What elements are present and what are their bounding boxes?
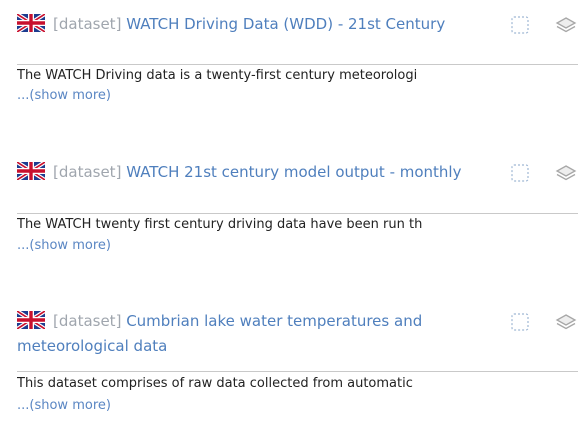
layers-icon[interactable]	[554, 15, 578, 37]
result-type-label: [dataset]	[53, 15, 122, 33]
result-abstract: This dataset comprises of raw data colle…	[17, 376, 413, 391]
result-type-label: [dataset]	[53, 312, 122, 330]
result-item: [dataset] WATCH 21st century model outpu…	[0, 160, 578, 255]
result-title-block: [dataset] Cumbrian lake water temperatur…	[17, 309, 500, 359]
show-more-link[interactable]: ...(show more)	[17, 397, 111, 415]
result-title-block: [dataset] WATCH Driving Data (WDD) - 21s…	[17, 12, 500, 37]
layers-icon[interactable]	[554, 163, 578, 185]
result-divider	[17, 371, 578, 372]
result-title-block: [dataset] WATCH 21st century model outpu…	[17, 160, 500, 185]
result-title-link[interactable]: WATCH Driving Data (WDD) - 21st Century	[126, 15, 445, 33]
checkbox-dashed-icon[interactable]	[511, 16, 529, 34]
result-actions	[510, 163, 578, 187]
result-title-link[interactable]: WATCH 21st century model output - monthl…	[126, 163, 461, 181]
uk-flag-icon	[17, 311, 45, 329]
result-actions	[510, 312, 578, 336]
search-results-list: [dataset] WATCH Driving Data (WDD) - 21s…	[0, 0, 578, 426]
uk-flag-icon	[17, 162, 45, 180]
result-item: [dataset] WATCH Driving Data (WDD) - 21s…	[0, 12, 578, 107]
result-abstract: The WATCH Driving data is a twenty-first…	[17, 68, 418, 83]
result-abstract: The WATCH twenty first century driving d…	[17, 217, 423, 232]
checkbox-dashed-icon[interactable]	[511, 164, 529, 182]
uk-flag-icon	[17, 14, 45, 32]
result-divider	[17, 64, 578, 65]
show-more-link[interactable]: ...(show more)	[17, 237, 111, 255]
result-item: [dataset] Cumbrian lake water temperatur…	[0, 309, 578, 413]
result-divider	[17, 213, 578, 214]
result-type-label: [dataset]	[53, 163, 122, 181]
show-more-link[interactable]: ...(show more)	[17, 87, 111, 105]
result-actions	[510, 15, 578, 39]
checkbox-dashed-icon[interactable]	[511, 313, 529, 331]
layers-icon[interactable]	[554, 312, 578, 334]
